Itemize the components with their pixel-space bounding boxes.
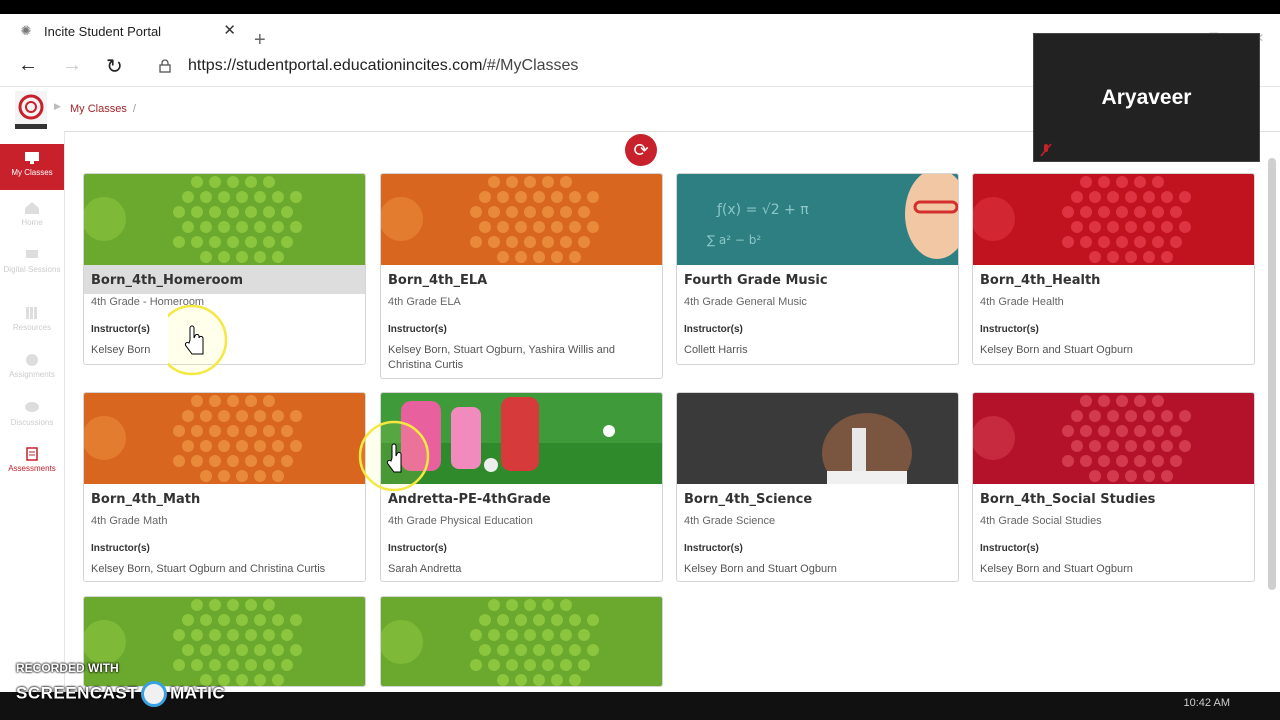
watermark-line2: SCREENCAST MATIC bbox=[16, 681, 225, 707]
settings-icon: ✺ bbox=[20, 23, 32, 38]
monitor-icon bbox=[25, 152, 39, 164]
lock-icon bbox=[159, 59, 171, 73]
class-card[interactable]: ƒ(x) = √2 + π ∑ a² − b² Fourth Grade Music… bbox=[676, 173, 959, 365]
address-bar[interactable]: https://studentportal.educationincites.c… bbox=[150, 51, 1030, 81]
svg-text:∑ a² − b²: ∑ a² − b² bbox=[707, 233, 761, 247]
watermark-line1: RECORDED WITH bbox=[16, 661, 119, 675]
class-subtitle: 4th Grade ELA bbox=[388, 296, 461, 308]
mic-muted-icon bbox=[1040, 143, 1052, 157]
page-scrollbar[interactable] bbox=[1268, 158, 1276, 590]
browser-tab[interactable]: ✺ Incite Student Portal ✕ bbox=[8, 16, 246, 46]
class-title: Born_4th_Health bbox=[980, 273, 1101, 288]
breadcrumb-my-classes[interactable]: My Classes bbox=[70, 103, 127, 115]
instructor-names: Kelsey Born and Stuart Ogburn bbox=[684, 563, 837, 575]
screencast-logo-icon bbox=[141, 681, 168, 707]
class-banner-image bbox=[973, 174, 1254, 265]
class-card[interactable]: Born_4th_Math 4th Grade Math Instructor(s)… bbox=[83, 392, 366, 582]
class-banner-image bbox=[973, 393, 1254, 484]
instructor-names: Sarah Andretta bbox=[388, 563, 462, 575]
sidebar-item-digital-sessions[interactable]: Digital Sessions bbox=[0, 248, 64, 274]
reload-icon[interactable]: ↻ bbox=[106, 54, 123, 79]
class-title: Fourth Grade Music bbox=[684, 273, 828, 288]
sidebar: My Classes Home Digital Sessions Resourc… bbox=[0, 131, 65, 691]
instructor-label: Instructor(s) bbox=[91, 543, 150, 554]
forward-icon[interactable]: → bbox=[62, 54, 82, 77]
sidebar-item-discussions[interactable]: Discussions bbox=[0, 401, 64, 427]
class-card[interactable]: Born_4th_Science 4th Grade Science Instruc… bbox=[676, 392, 959, 582]
class-banner-image: ƒ(x) = √2 + π ∑ a² − b² bbox=[677, 174, 958, 265]
instructor-label: Instructor(s) bbox=[388, 543, 447, 554]
instructor-label: Instructor(s) bbox=[91, 324, 150, 335]
sessions-icon bbox=[26, 250, 38, 258]
sidebar-item-my-classes[interactable]: My Classes bbox=[0, 144, 64, 190]
assessments-icon bbox=[26, 447, 38, 461]
tab-title: Incite Student Portal bbox=[44, 23, 162, 39]
breadcrumb: My Classes / bbox=[70, 103, 136, 115]
class-banner-image bbox=[381, 174, 662, 265]
class-title: Born_4th_Homeroom bbox=[91, 273, 244, 288]
class-subtitle: 4th Grade Social Studies bbox=[980, 515, 1102, 527]
close-tab-icon[interactable]: ✕ bbox=[223, 21, 236, 39]
instructor-label: Instructor(s) bbox=[388, 324, 447, 335]
discussions-icon bbox=[25, 402, 39, 412]
refresh-icon: ⟳ bbox=[633, 140, 649, 160]
class-subtitle: 4th Grade Health bbox=[980, 296, 1064, 308]
class-subtitle: 4th Grade Math bbox=[91, 515, 168, 527]
refresh-button[interactable]: ⟳ bbox=[625, 134, 657, 166]
class-title: Born_4th_ELA bbox=[388, 273, 488, 288]
instructor-label: Instructor(s) bbox=[980, 324, 1039, 335]
class-banner-image bbox=[84, 393, 365, 484]
url-text: https://studentportal.educationincites.c… bbox=[188, 57, 579, 74]
class-card[interactable]: Born_4th_ELA 4th Grade ELA Instructor(s) Ke… bbox=[380, 173, 663, 379]
class-subtitle: 4th Grade Science bbox=[684, 515, 776, 527]
class-subtitle: 4th Grade Physical Education bbox=[388, 515, 533, 527]
instructor-names: Kelsey Born, Stuart Ogburn, Yashira Will… bbox=[388, 344, 616, 371]
class-banner-image bbox=[84, 174, 365, 265]
sidebar-item-resources[interactable]: Resources bbox=[0, 306, 64, 332]
instructor-names: Collett Harris bbox=[684, 344, 748, 356]
screen-top-bar bbox=[0, 0, 1280, 14]
svg-text:ƒ(x) = √2 + π: ƒ(x) = √2 + π bbox=[716, 202, 809, 218]
class-card-partial[interactable] bbox=[83, 596, 366, 687]
resources-icon bbox=[26, 307, 37, 319]
class-title: Born_4th_Social Studies bbox=[980, 492, 1156, 507]
taskbar-clock: 10:42 AM bbox=[1183, 697, 1230, 709]
class-card[interactable]: Born_4th_Health 4th Grade Health Instructo… bbox=[972, 173, 1255, 365]
cursor-highlight-icon-2 bbox=[358, 420, 430, 492]
back-icon[interactable]: ← bbox=[18, 54, 38, 77]
instructor-label: Instructor(s) bbox=[980, 543, 1039, 554]
assignments-icon bbox=[26, 354, 38, 366]
class-card[interactable]: Born_4th_Social Studies 4th Grade Social … bbox=[972, 392, 1255, 582]
home-icon bbox=[25, 202, 39, 214]
incite-logo bbox=[15, 91, 47, 129]
class-subtitle: 4th Grade General Music bbox=[684, 296, 807, 308]
sidebar-item-home[interactable]: Home bbox=[0, 201, 64, 227]
class-banner-image bbox=[381, 597, 662, 686]
instructor-names: Kelsey Born and Stuart Ogburn bbox=[980, 344, 1133, 356]
class-title: Born_4th_Science bbox=[684, 492, 813, 507]
instructor-names: Kelsey Born and Stuart Ogburn bbox=[980, 563, 1133, 575]
class-banner-image bbox=[677, 393, 958, 484]
expand-icon[interactable]: ▶ bbox=[54, 101, 61, 112]
instructor-label: Instructor(s) bbox=[684, 324, 743, 335]
sidebar-item-assessments[interactable]: Assessments bbox=[0, 447, 64, 473]
sidebar-item-assignments[interactable]: Assignments bbox=[0, 353, 64, 379]
instructor-label: Instructor(s) bbox=[684, 543, 743, 554]
instructor-names: Kelsey Born, Stuart Ogburn and Christina… bbox=[91, 563, 326, 575]
participant-name: Aryaveer bbox=[1101, 86, 1192, 109]
cursor-highlight-icon bbox=[168, 304, 228, 376]
class-banner-image bbox=[84, 597, 365, 686]
class-card-partial[interactable] bbox=[380, 596, 663, 687]
class-title: Born_4th_Math bbox=[91, 492, 201, 507]
video-call-overlay: Aryaveer bbox=[1033, 33, 1260, 162]
class-title: Andretta-PE-4thGrade bbox=[388, 492, 551, 507]
